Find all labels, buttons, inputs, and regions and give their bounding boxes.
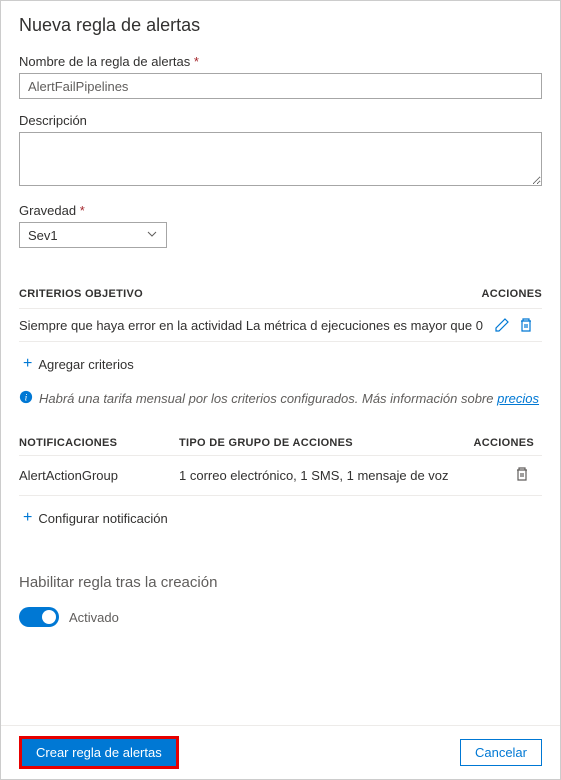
plus-icon: + — [23, 356, 32, 372]
plus-icon: + — [23, 510, 32, 526]
notifications-header: NOTIFICACIONES — [19, 437, 179, 449]
severity-label: Gravedad * — [19, 203, 542, 218]
add-criteria-link[interactable]: + Agregar criterios — [23, 356, 134, 372]
alert-name-input[interactable] — [19, 73, 542, 99]
criteria-header: CRITERIOS OBJETIVO — [19, 288, 143, 300]
enable-toggle[interactable] — [19, 607, 59, 627]
delete-icon[interactable] — [518, 317, 534, 333]
action-group-type-header: TIPO DE GRUPO DE ACCIONES — [179, 437, 474, 449]
chevron-down-icon — [146, 228, 158, 243]
enable-toggle-label: Activado — [69, 610, 119, 625]
svg-text:i: i — [25, 393, 28, 404]
pricing-info: i Habrá una tarifa mensual por los crite… — [19, 390, 542, 407]
severity-select[interactable]: Sev1 — [19, 222, 167, 248]
description-textarea[interactable] — [19, 132, 542, 186]
alert-name-label: Nombre de la regla de alertas * — [19, 54, 542, 69]
delete-icon[interactable] — [514, 466, 530, 482]
configure-notification-link[interactable]: + Configurar notificación — [23, 510, 168, 526]
edit-icon[interactable] — [494, 317, 510, 333]
panel-title: Nueva regla de alertas — [19, 15, 542, 36]
info-icon: i — [19, 390, 33, 407]
notification-row: AlertActionGroup 1 correo electrónico, 1… — [19, 455, 542, 496]
notifications-actions-header: ACCIONES — [474, 437, 542, 449]
enable-rule-title: Habilitar regla tras la creación — [19, 574, 542, 591]
criteria-actions-header: ACCIONES — [482, 288, 542, 300]
criteria-text: Siempre que haya error en la actividad L… — [19, 318, 483, 333]
cancel-button[interactable]: Cancelar — [460, 739, 542, 766]
notification-type: 1 correo electrónico, 1 SMS, 1 mensaje d… — [179, 468, 514, 483]
criteria-row: Siempre que haya error en la actividad L… — [19, 308, 542, 342]
notification-name: AlertActionGroup — [19, 468, 179, 483]
pricing-link[interactable]: precios — [497, 391, 539, 406]
description-label: Descripción — [19, 113, 542, 128]
create-alert-rule-button[interactable]: Crear regla de alertas — [22, 739, 176, 766]
panel-footer: Crear regla de alertas Cancelar — [1, 725, 560, 779]
